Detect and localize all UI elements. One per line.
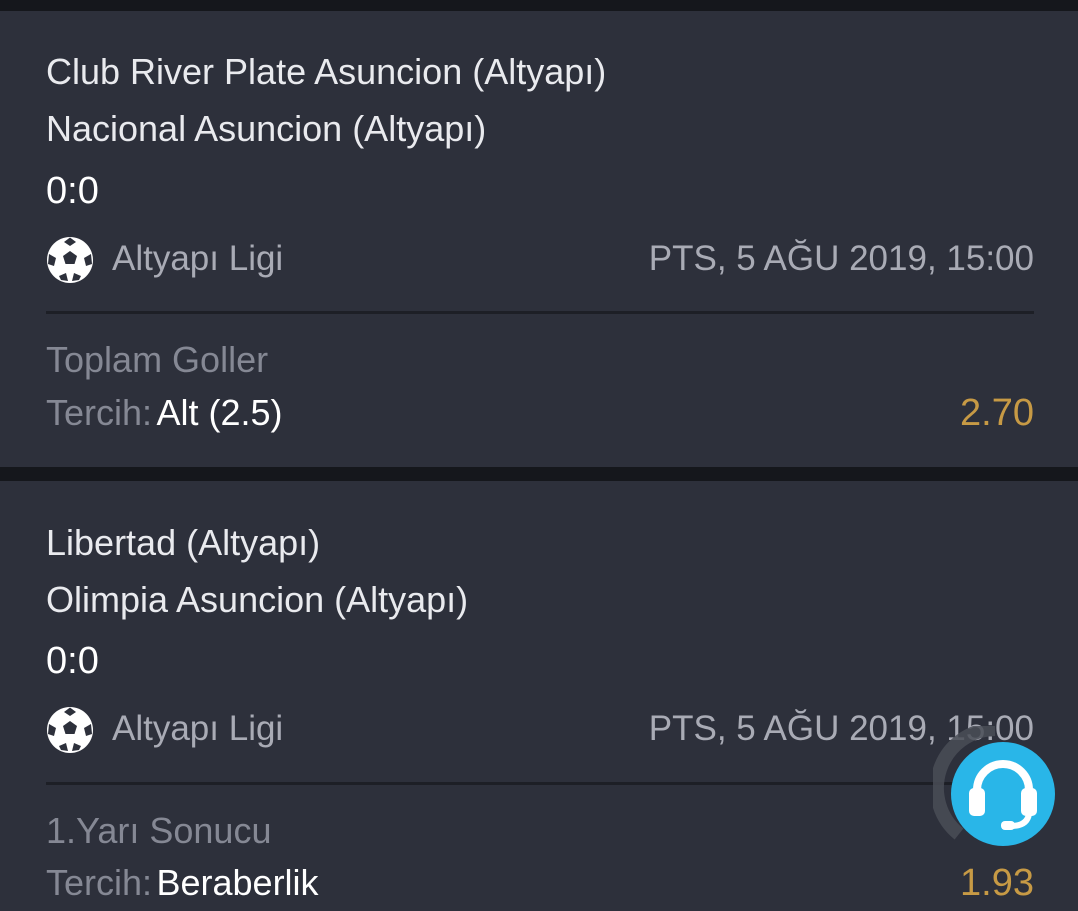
market-name: Toplam Goller — [46, 339, 269, 380]
league-name: Altyapı Ligi — [112, 709, 284, 748]
top-separator — [0, 0, 1078, 11]
choice-row: Tercih: Beraberlik 1.93 — [46, 861, 1034, 909]
odds-value: 2.70 — [960, 392, 1034, 434]
market-name: 1.Yarı Sonucu — [46, 810, 272, 851]
choice-label: Tercih: — [46, 392, 153, 433]
match-score: 0:0 — [46, 640, 99, 682]
odds-value: 1.93 — [960, 862, 1034, 904]
choice-value: Alt (2.5) — [156, 392, 283, 433]
headset-icon — [929, 722, 1055, 846]
divider — [46, 782, 1034, 785]
divider — [46, 311, 1034, 314]
away-team: Nacional Asuncion (Altyapı) — [46, 108, 487, 149]
choice-label: Tercih: — [46, 862, 153, 903]
league-row: Altyapı Ligi PTS, 5 AĞU 2019, 15:00 — [46, 234, 1034, 286]
choice-value: Beraberlik — [156, 862, 319, 903]
soccer-ball-icon — [47, 707, 93, 753]
match-score: 0:0 — [46, 170, 99, 212]
soccer-ball-icon — [47, 237, 93, 283]
away-team: Olimpia Asuncion (Altyapı) — [46, 579, 469, 620]
home-team: Libertad (Altyapı) — [46, 522, 321, 563]
bet-card[interactable]: Club River Plate Asuncion (Altyapı) Naci… — [0, 11, 1078, 467]
support-chat-button[interactable] — [929, 722, 1057, 850]
choice-row: Tercih: Alt (2.5) 2.70 — [46, 391, 1034, 439]
league-name: Altyapı Ligi — [112, 239, 284, 278]
bet-card[interactable]: Libertad (Altyapı) Olimpia Asuncion (Alt… — [0, 481, 1078, 911]
match-datetime: PTS, 5 AĞU 2019, 15:00 — [648, 239, 1034, 278]
home-team: Club River Plate Asuncion (Altyapı) — [46, 51, 607, 92]
league-row: Altyapı Ligi PTS, 5 AĞU 2019, 15:00 — [46, 704, 1034, 756]
